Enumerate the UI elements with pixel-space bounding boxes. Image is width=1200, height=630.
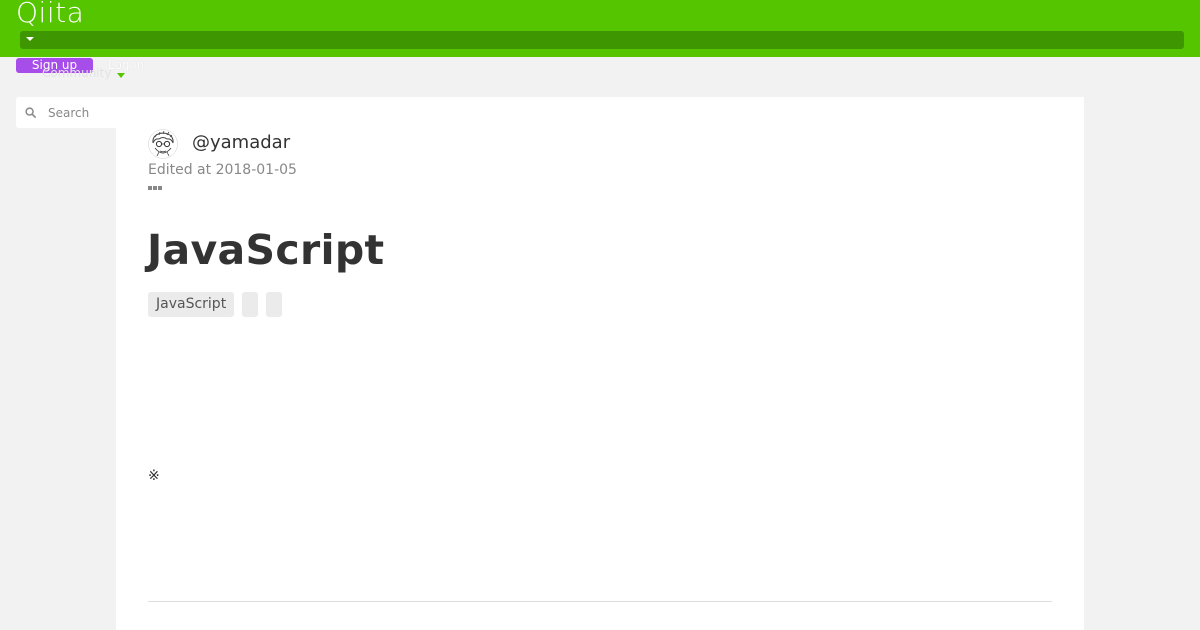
- article-card: @yamadar Edited at 2018-01-05 JavaScript…: [116, 97, 1084, 630]
- site-header: Qiita: [0, 0, 1200, 57]
- avatar-image: [148, 129, 178, 159]
- search-icon: [25, 107, 36, 118]
- tag-item[interactable]: JavaScript: [148, 292, 235, 317]
- login-link[interactable]: Log in: [108, 58, 144, 72]
- search-input[interactable]: [48, 97, 124, 128]
- edited-date: Edited at 2018-01-05: [148, 162, 297, 178]
- avatar[interactable]: [148, 129, 178, 159]
- tag-item[interactable]: [266, 292, 283, 317]
- qiita-logo[interactable]: Qiita: [16, 0, 84, 29]
- tag-item[interactable]: [242, 292, 259, 317]
- more-options-icon[interactable]: [148, 186, 162, 190]
- header-dropdown-bar[interactable]: [20, 31, 1184, 49]
- divider: [148, 601, 1052, 602]
- chevron-down-icon: [117, 73, 125, 78]
- article-note: ※: [148, 468, 160, 484]
- caret-down-icon: [26, 37, 34, 41]
- search-box: [16, 97, 126, 128]
- tag-list: JavaScript: [148, 292, 283, 317]
- author-username[interactable]: @yamadar: [192, 132, 290, 153]
- community-menu[interactable]: Community: [42, 66, 111, 80]
- page-title: JavaScript: [147, 226, 385, 274]
